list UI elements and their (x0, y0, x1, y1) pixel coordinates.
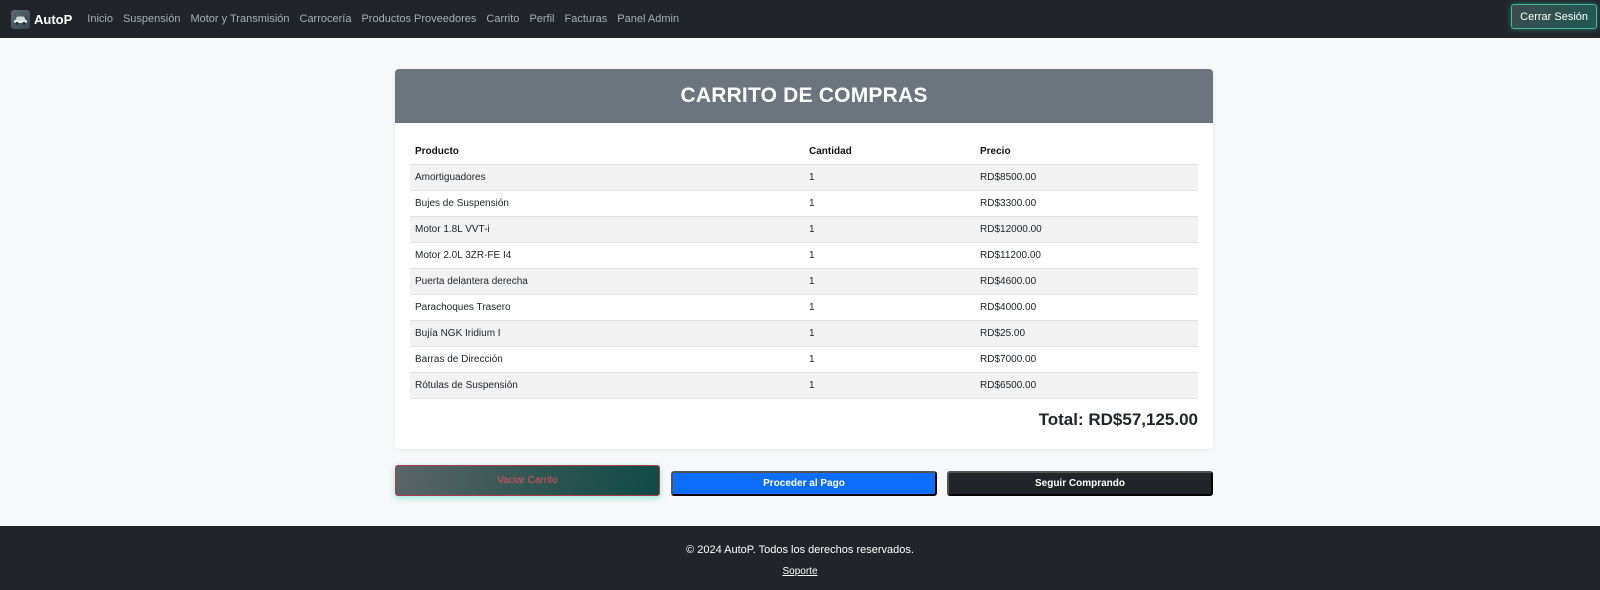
table-row: Motor 2.0L 3ZR-FE I4 1 RD$11200.00 (410, 242, 1198, 269)
nav-link-carrito[interactable]: Carrito (486, 13, 519, 25)
nav-link-panel-admin[interactable]: Panel Admin (617, 13, 679, 25)
column-header-quantity: Cantidad (804, 139, 975, 165)
product-cell: Rótulas de Suspensión (410, 372, 804, 399)
cart-total: Total: RD$57,125.00 (1038, 410, 1198, 429)
product-cell: Bujes de Suspensión (410, 190, 804, 217)
continue-shopping-button[interactable]: Seguir Comprando (947, 471, 1213, 496)
table-row: Puerta delantera derecha 1 RD$4600.00 (410, 268, 1198, 295)
cart-table: Producto Cantidad Precio Amortiguadores … (410, 139, 1198, 399)
table-row: Bujes de Suspensión 1 RD$3300.00 (410, 190, 1198, 217)
price-cell: RD$8500.00 (975, 164, 1198, 191)
product-cell: Puerta delantera derecha (410, 268, 804, 295)
quantity-cell: 1 (804, 190, 975, 217)
product-cell: Amortiguadores (410, 164, 804, 191)
quantity-cell: 1 (804, 216, 975, 243)
table-row: Motor 1.8L VVT-i 1 RD$12000.00 (410, 216, 1198, 243)
quantity-cell: 1 (804, 164, 975, 191)
product-cell: Barras de Dirección (410, 346, 804, 373)
footer: © 2024 AutoP. Todos los derechos reserva… (0, 526, 1600, 590)
logout-button[interactable]: Cerrar Sesión (1511, 4, 1597, 29)
column-header-product: Producto (410, 139, 804, 165)
cart-card: CARRITO DE COMPRAS Producto Cantidad Pre… (395, 69, 1213, 449)
table-header-row: Producto Cantidad Precio (410, 139, 1198, 165)
nav-link-motor-transmision[interactable]: Motor y Transmisión (190, 13, 289, 25)
quantity-cell: 1 (804, 294, 975, 321)
table-row: Parachoques Trasero 1 RD$4000.00 (410, 294, 1198, 321)
clear-cart-button[interactable]: Vaciar Carrito (395, 465, 660, 496)
support-link[interactable]: Soporte (0, 566, 1600, 577)
nav-links: Inicio Suspensión Motor y Transmisión Ca… (87, 13, 689, 25)
nav-link-carroceria[interactable]: Carrocería (300, 13, 352, 25)
product-cell: Bujía NGK Iridium I (410, 320, 804, 347)
proceed-to-payment-button[interactable]: Proceder al Pago (671, 471, 937, 496)
table-row: Amortiguadores 1 RD$8500.00 (410, 164, 1198, 191)
price-cell: RD$4600.00 (975, 268, 1198, 295)
price-cell: RD$11200.00 (975, 242, 1198, 269)
page-title: CARRITO DE COMPRAS (680, 84, 928, 107)
table-row: Barras de Dirección 1 RD$7000.00 (410, 346, 1198, 373)
table-row: Bujía NGK Iridium I 1 RD$25.00 (410, 320, 1198, 347)
nav-link-suspension[interactable]: Suspensión (123, 13, 181, 25)
price-cell: RD$25.00 (975, 320, 1198, 347)
product-cell: Motor 2.0L 3ZR-FE I4 (410, 242, 804, 269)
price-cell: RD$3300.00 (975, 190, 1198, 217)
nav-link-perfil[interactable]: Perfil (529, 13, 554, 25)
car-logo-icon (11, 9, 30, 29)
nav-link-facturas[interactable]: Facturas (565, 13, 608, 25)
price-cell: RD$4000.00 (975, 294, 1198, 321)
product-cell: Parachoques Trasero (410, 294, 804, 321)
cart-header: CARRITO DE COMPRAS (395, 69, 1213, 123)
navbar: AutoP Inicio Suspensión Motor y Transmis… (0, 0, 1600, 38)
price-cell: RD$12000.00 (975, 216, 1198, 243)
nav-link-productos-proveedores[interactable]: Productos Proveedores (361, 13, 476, 25)
footer-copyright: © 2024 AutoP. Todos los derechos reserva… (686, 544, 914, 556)
product-cell: Motor 1.8L VVT-i (410, 216, 804, 243)
quantity-cell: 1 (804, 372, 975, 399)
brand-name: AutoP (34, 11, 73, 27)
quantity-cell: 1 (804, 346, 975, 373)
brand[interactable]: AutoP (11, 9, 87, 29)
column-header-price: Precio (975, 139, 1198, 165)
price-cell: RD$7000.00 (975, 346, 1198, 373)
price-cell: RD$6500.00 (975, 372, 1198, 399)
table-row: Rótulas de Suspensión 1 RD$6500.00 (410, 372, 1198, 399)
quantity-cell: 1 (804, 268, 975, 295)
quantity-cell: 1 (804, 320, 975, 347)
quantity-cell: 1 (804, 242, 975, 269)
nav-link-inicio[interactable]: Inicio (87, 13, 113, 25)
